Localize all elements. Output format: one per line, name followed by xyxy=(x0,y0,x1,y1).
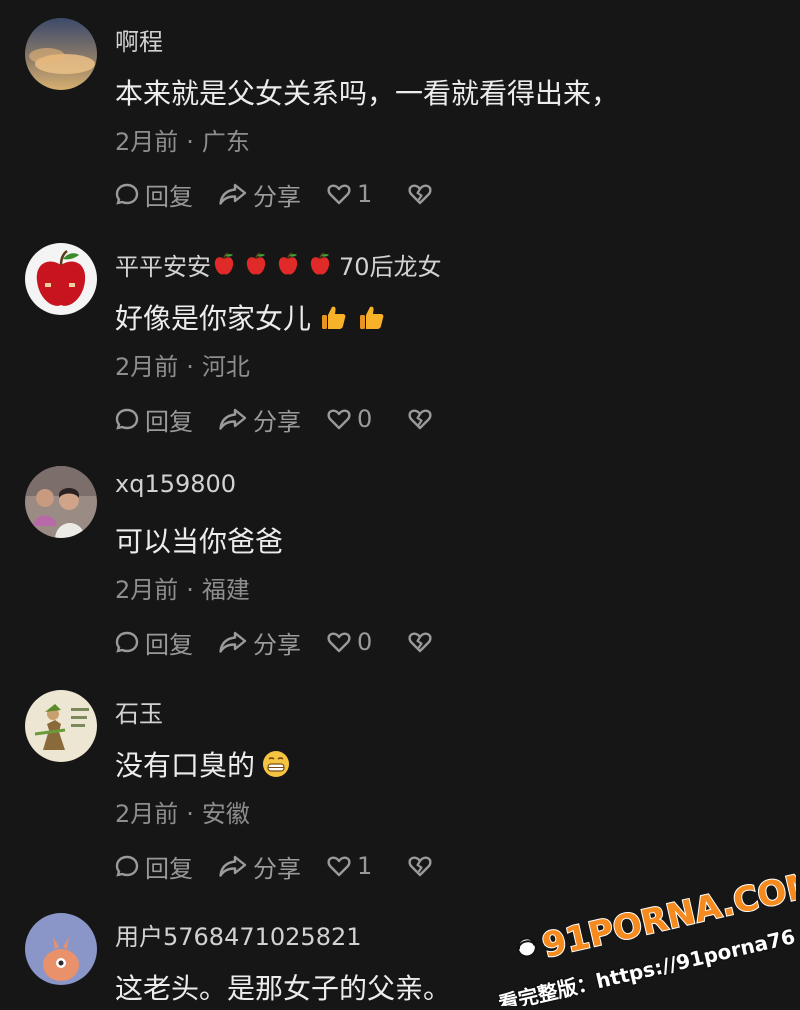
like-count: 0 xyxy=(357,628,373,656)
reply-label: 回复 xyxy=(145,630,193,659)
reply-label: 回复 xyxy=(145,854,193,883)
reply-bubble-icon xyxy=(115,408,139,430)
share-arrow-icon xyxy=(219,183,247,205)
broken-heart-icon xyxy=(408,856,432,877)
thumbs-up-icon xyxy=(360,306,384,329)
share-label: 分享 xyxy=(253,854,301,883)
share-arrow-icon xyxy=(219,408,247,430)
dislike-button[interactable] xyxy=(406,852,438,880)
watermark-overlay: 91PORNA.COM 看完整版：https://91porna76.com xyxy=(478,856,800,1010)
share-button[interactable]: 分享 xyxy=(217,625,301,660)
dislike-button[interactable] xyxy=(406,628,438,656)
like-button[interactable]: 0 xyxy=(325,405,372,433)
user-avatar[interactable] xyxy=(25,466,97,538)
meta-separator: · xyxy=(186,353,194,381)
apple-icon xyxy=(214,252,234,275)
heart-icon xyxy=(327,184,351,205)
heart-icon xyxy=(327,409,351,430)
like-count: 1 xyxy=(357,852,373,880)
user-avatar[interactable] xyxy=(25,913,97,985)
grinning-face-icon xyxy=(263,751,290,777)
like-button[interactable]: 0 xyxy=(325,628,372,656)
comment-actions: 回复 分享 1 xyxy=(113,176,462,212)
comment-actions: 回复 分享 0 xyxy=(113,401,462,437)
comment-time: 2月前 xyxy=(115,128,179,156)
thumbs-up-icon xyxy=(322,306,346,329)
meta-separator: · xyxy=(186,576,194,604)
reply-bubble-icon xyxy=(115,631,139,653)
like-count: 0 xyxy=(357,405,373,433)
comment-location: 福建 xyxy=(201,576,250,604)
broken-heart-icon xyxy=(408,632,432,653)
comment-meta: 2月前 · 安徽 xyxy=(115,794,250,829)
reply-bubble-icon xyxy=(115,183,139,205)
username[interactable]: xq159800 xyxy=(115,470,236,498)
username-suffix: 70后龙女 xyxy=(339,253,442,281)
username[interactable]: 啊程 xyxy=(115,22,163,57)
share-button[interactable]: 分享 xyxy=(217,177,301,212)
comment-actions: 回复 分享 0 xyxy=(113,624,462,660)
comment-meta: 2月前 · 广东 xyxy=(115,122,250,157)
share-label: 分享 xyxy=(253,182,301,211)
share-button[interactable]: 分享 xyxy=(217,402,301,437)
comment-time: 2月前 xyxy=(115,800,179,828)
heart-icon xyxy=(327,856,351,877)
username[interactable]: 用户5768471025821 xyxy=(115,917,362,952)
comment-actions: 回复 分享 1 xyxy=(113,848,462,884)
comment-time: 2月前 xyxy=(115,576,179,604)
user-avatar[interactable] xyxy=(25,243,97,315)
comment-location: 河北 xyxy=(201,353,250,381)
comment-text: 本来就是父女关系吗，一看就看得出来， xyxy=(115,77,620,110)
reply-button[interactable]: 回复 xyxy=(113,177,193,212)
username[interactable]: 平平安安 70后龙女 xyxy=(115,247,442,282)
user-avatar[interactable] xyxy=(25,18,97,90)
reply-button[interactable]: 回复 xyxy=(113,402,193,437)
comment-text: 这老头。是那女子的父亲。 xyxy=(115,972,452,1005)
broken-heart-icon xyxy=(408,184,432,205)
reply-button[interactable]: 回复 xyxy=(113,625,193,660)
reply-bubble-icon xyxy=(115,855,139,877)
broken-heart-icon xyxy=(408,409,432,430)
meta-separator: · xyxy=(186,800,194,828)
like-button[interactable]: 1 xyxy=(325,180,372,208)
username[interactable]: 石玉 xyxy=(115,694,163,729)
meta-separator: · xyxy=(186,128,194,156)
reply-label: 回复 xyxy=(145,407,193,436)
username-text: 平平安安 xyxy=(115,253,211,281)
comment-location: 广东 xyxy=(201,128,250,156)
dislike-button[interactable] xyxy=(406,180,438,208)
apple-emojis xyxy=(211,252,339,281)
reply-label: 回复 xyxy=(145,182,193,211)
user-avatar[interactable] xyxy=(25,690,97,762)
like-count: 1 xyxy=(357,180,373,208)
apple-icon xyxy=(310,252,330,275)
comment-time: 2月前 xyxy=(115,353,179,381)
comment-text-body: 没有口臭的 xyxy=(115,749,256,782)
share-button[interactable]: 分享 xyxy=(217,849,301,884)
comment-text: 没有口臭的 xyxy=(115,744,291,784)
comment-text: 可以当你爸爸 xyxy=(115,525,284,558)
apple-icon xyxy=(246,252,266,275)
heart-icon xyxy=(327,632,351,653)
share-arrow-icon xyxy=(219,855,247,877)
share-label: 分享 xyxy=(253,407,301,436)
comment-meta: 2月前 · 福建 xyxy=(115,570,250,605)
watermark-label: 看完整版： xyxy=(496,970,599,1006)
apple-icon xyxy=(278,252,298,275)
share-arrow-icon xyxy=(219,631,247,653)
comment-text-body: 好像是你家女儿 xyxy=(115,302,312,335)
dislike-button[interactable] xyxy=(406,405,438,433)
reply-button[interactable]: 回复 xyxy=(113,849,193,884)
comment-location: 安徽 xyxy=(201,800,250,828)
comment-meta: 2月前 · 河北 xyxy=(115,347,250,382)
like-button[interactable]: 1 xyxy=(325,852,372,880)
comment-text: 好像是你家女儿 xyxy=(115,297,387,337)
watermark-logo-icon xyxy=(516,937,537,958)
share-label: 分享 xyxy=(253,630,301,659)
